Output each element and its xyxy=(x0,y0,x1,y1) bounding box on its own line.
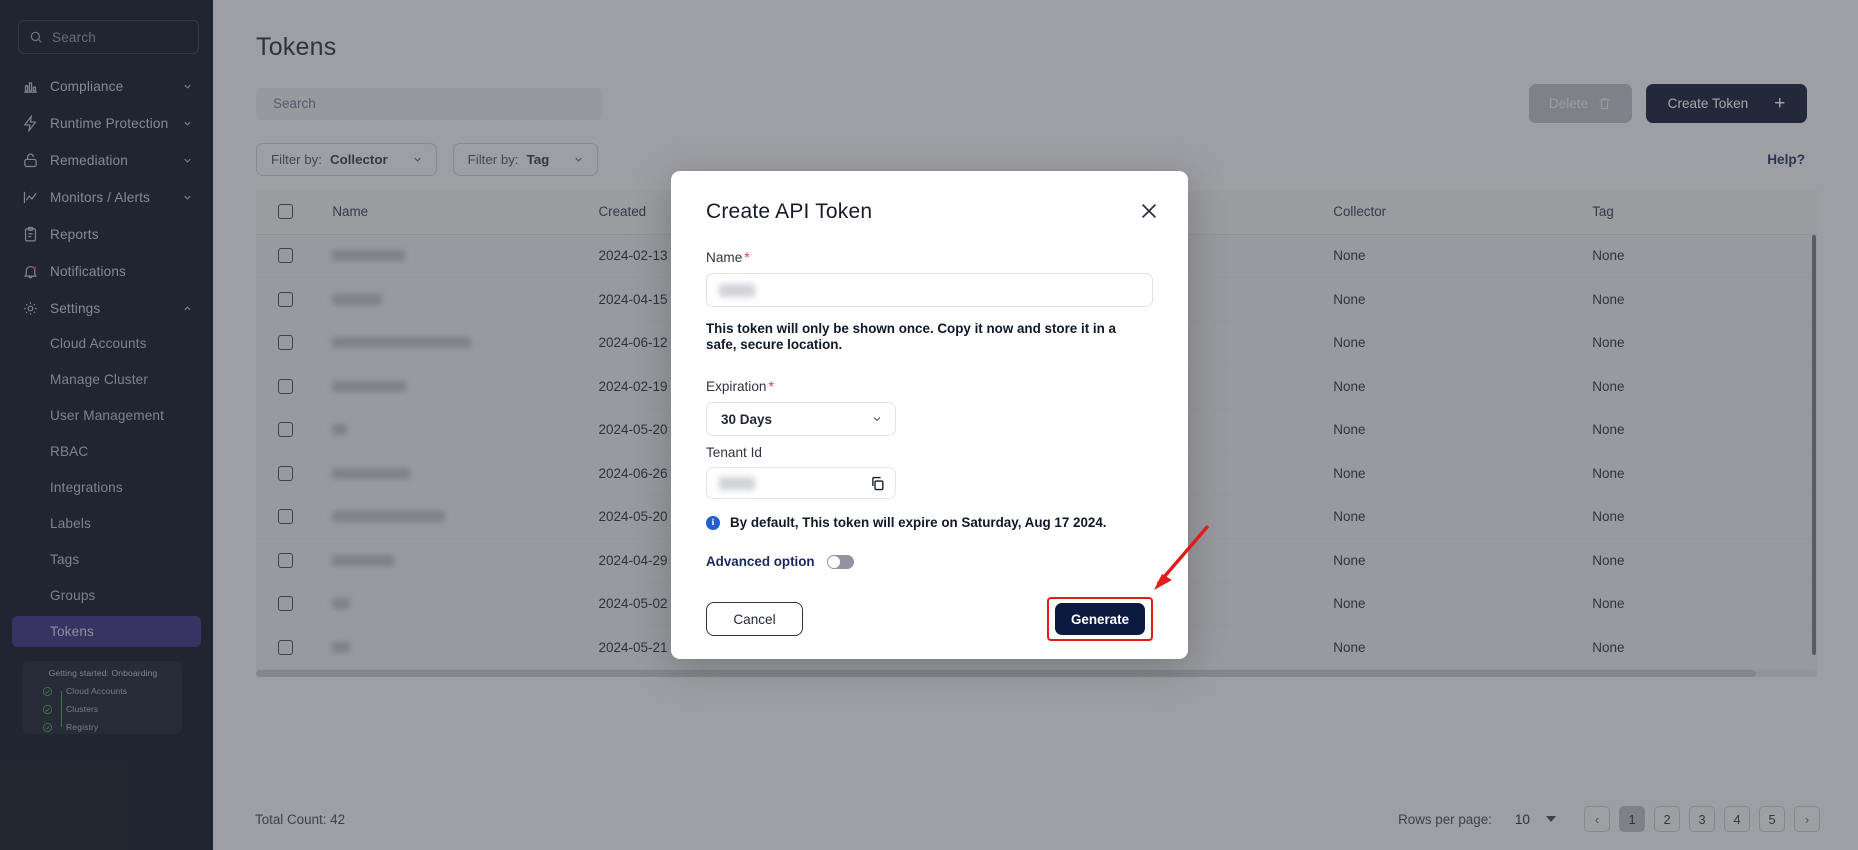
name-input-masked-value xyxy=(719,283,755,297)
expiration-field-label: Expiration * xyxy=(706,378,1153,394)
expiration-selected-value: 30 Days xyxy=(721,411,773,427)
create-api-token-modal: Create API Token Name * This token will o… xyxy=(671,171,1188,659)
expiration-select[interactable]: 30 Days xyxy=(706,402,896,437)
token-shown-once-note: This token will only be shown once. Copy… xyxy=(706,321,1116,353)
generate-button[interactable]: Generate xyxy=(1055,603,1145,636)
generate-button-highlight: Generate xyxy=(1047,597,1153,642)
advanced-option-row: Advanced option xyxy=(706,554,1153,569)
copy-icon[interactable] xyxy=(869,475,886,492)
modal-footer: Cancel Generate xyxy=(706,597,1153,642)
close-icon[interactable] xyxy=(1138,200,1160,222)
cancel-button[interactable]: Cancel xyxy=(706,602,803,637)
expiration-label-text: Expiration xyxy=(706,379,767,395)
advanced-option-label: Advanced option xyxy=(706,554,815,570)
annotation-arrow-icon xyxy=(1154,524,1210,590)
name-label-text: Name xyxy=(706,250,743,265)
required-asterisk: * xyxy=(744,249,750,265)
tenant-id-masked-value xyxy=(719,476,755,490)
app-root: Search Compliance Runtime Protection Rem… xyxy=(0,0,1858,850)
required-asterisk: * xyxy=(768,378,774,395)
info-icon: i xyxy=(706,515,720,530)
name-input[interactable] xyxy=(706,273,1153,307)
advanced-option-toggle[interactable] xyxy=(826,554,854,569)
expiry-info-text: By default, This token will expire on Sa… xyxy=(730,515,1107,531)
name-field-label: Name * xyxy=(706,249,1153,265)
chevron-down-icon xyxy=(873,417,881,422)
tenant-id-field-label: Tenant Id xyxy=(706,445,762,461)
tenant-id-input[interactable] xyxy=(706,467,896,500)
modal-title: Create API Token xyxy=(706,200,873,223)
expiry-info-row: i By default, This token will expire on … xyxy=(706,515,1153,530)
